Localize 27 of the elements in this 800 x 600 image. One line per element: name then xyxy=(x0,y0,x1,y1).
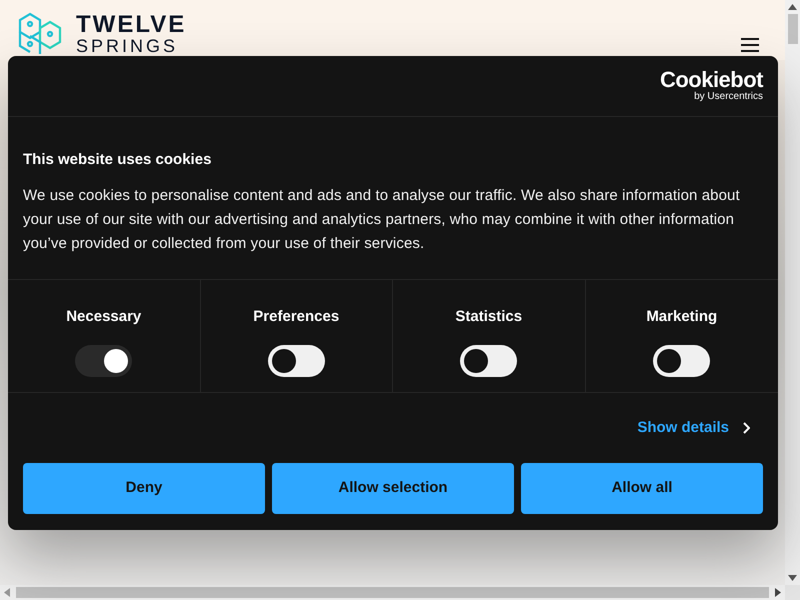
show-details-link[interactable]: Show details xyxy=(637,416,750,440)
toggle-switch[interactable] xyxy=(460,344,518,376)
scroll-thumb[interactable] xyxy=(788,14,798,44)
scroll-down-icon[interactable] xyxy=(788,575,797,581)
consent-button[interactable]: Allow selection xyxy=(272,463,514,514)
category-label: Statistics xyxy=(455,307,522,327)
logo-text: SPRINGS xyxy=(76,37,180,55)
menu-icon[interactable] xyxy=(741,38,759,52)
toggle-switch[interactable] xyxy=(653,344,710,376)
vertical-scrollbar[interactable] xyxy=(785,0,800,585)
brand-tagline: by Usercentrics xyxy=(694,92,763,102)
scroll-left-icon[interactable] xyxy=(4,588,10,597)
consent-button[interactable]: Allow all xyxy=(521,463,763,514)
chevron-icon xyxy=(743,422,750,434)
scroll-right-icon[interactable] xyxy=(775,588,781,597)
category-label: Preferences xyxy=(253,307,340,327)
dialog-text: We use cookies to personalise content and ads and to analyse our traffic. We also share information about your use of our site with our advertising and analytics partners, who may combine it with other information you’ve provided or collected from your use of their services. xyxy=(23,186,741,254)
category-label: Marketing xyxy=(646,307,718,327)
logo-text: TWELVE xyxy=(76,13,186,37)
scroll-up-icon[interactable] xyxy=(788,4,797,10)
consent-button[interactable]: Deny xyxy=(23,463,265,514)
horizontal-scrollbar[interactable] xyxy=(0,585,785,600)
category-label: Necessary xyxy=(66,307,142,327)
scroll-thumb[interactable] xyxy=(16,587,769,598)
brand-logo: Cookiebot xyxy=(660,69,763,91)
dialog-title: This website uses cookies xyxy=(23,150,212,170)
toggle-switch[interactable] xyxy=(268,344,325,376)
